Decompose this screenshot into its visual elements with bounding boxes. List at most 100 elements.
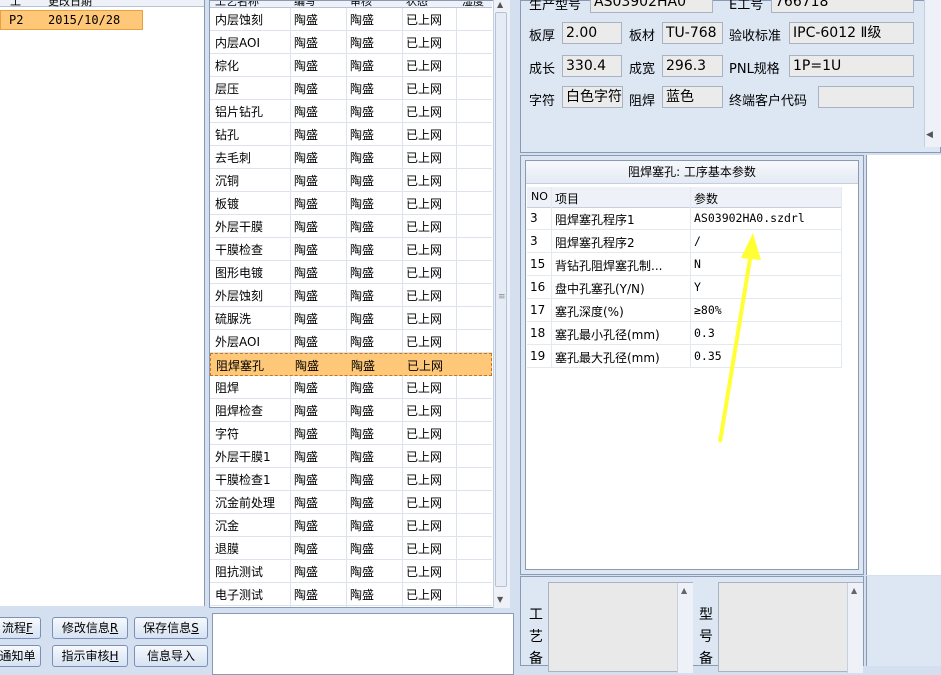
params-title: 阻焊塞孔: 工序基本参数 xyxy=(526,161,858,184)
process-reviewer: 陶盛 xyxy=(350,588,375,602)
process-row[interactable]: 板镀 陶盛 陶盛 已上网 xyxy=(210,192,492,215)
model-memo-scrollbar[interactable] xyxy=(847,583,863,673)
material-field[interactable]: TU-768 xyxy=(662,22,723,44)
process-row[interactable]: 沉金 陶盛 陶盛 已上网 xyxy=(210,514,492,537)
process-name: 铝片钻孔 xyxy=(215,105,264,119)
change-list-row-selected[interactable]: P2 2015/10/28 xyxy=(0,10,143,30)
process-row[interactable]: 沉铜 陶盛 陶盛 已上网 xyxy=(210,169,492,192)
notify-sheet-button[interactable]: 通知单 xyxy=(0,645,41,667)
standard-field[interactable]: IPC-6012 Ⅱ级 xyxy=(789,22,914,44)
memo-label-char: 型 xyxy=(699,607,713,623)
process-status: 已上网 xyxy=(406,565,443,579)
process-row[interactable]: 阻焊检查 陶盛 陶盛 已上网 xyxy=(210,399,492,422)
scroll-up-icon[interactable]: ▲ xyxy=(681,586,687,595)
e-number-field[interactable]: 766718 xyxy=(771,0,914,13)
process-author: 陶盛 xyxy=(294,174,319,188)
process-row[interactable]: 硫脲洗 陶盛 陶盛 已上网 xyxy=(210,307,492,330)
process-reviewer: 陶盛 xyxy=(350,519,375,533)
process-name: 棕化 xyxy=(215,59,240,73)
mask-field[interactable]: 蓝色 xyxy=(662,86,723,108)
instruction-review-button[interactable]: 指示审核H xyxy=(52,645,128,667)
process-name: 外层干膜1 xyxy=(215,450,271,464)
process-author: 陶盛 xyxy=(294,59,319,73)
process-author: 陶盛 xyxy=(294,450,319,464)
modify-info-button[interactable]: 修改信息R xyxy=(52,617,128,639)
process-row[interactable]: 沉金前处理 陶盛 陶盛 已上网 xyxy=(210,491,492,514)
info-import-button[interactable]: 信息导入 xyxy=(134,645,208,667)
process-row[interactable]: 去毛刺 陶盛 陶盛 已上网 xyxy=(210,146,492,169)
param-row[interactable]: 15 背钻孔阻焊塞孔制... N xyxy=(527,253,842,276)
process-row[interactable]: 钻孔 陶盛 陶盛 已上网 xyxy=(210,123,492,146)
process-row[interactable]: 层压 陶盛 陶盛 已上网 xyxy=(210,77,492,100)
model-memo-textbox[interactable] xyxy=(718,582,863,672)
width-field[interactable]: 296.3 xyxy=(662,55,723,77)
process-row[interactable]: 字符 陶盛 陶盛 已上网 xyxy=(210,422,492,445)
process-name: 电子测试 xyxy=(215,588,264,602)
process-status: 已上网 xyxy=(406,36,443,50)
legend-field[interactable]: 白色字符 xyxy=(562,86,623,108)
header-item[interactable]: 项目 xyxy=(555,190,579,207)
process-row[interactable]: 阻抗测试 陶盛 陶盛 已上网 xyxy=(210,560,492,583)
process-row[interactable]: 干膜检查1 陶盛 陶盛 已上网 xyxy=(210,468,492,491)
process-row[interactable]: 外层干膜 陶盛 陶盛 已上网 xyxy=(210,215,492,238)
params-table-header: NO 项目 参数 xyxy=(527,187,842,208)
scroll-up-icon[interactable]: ▲ xyxy=(851,586,857,595)
process-row[interactable]: 棕化 陶盛 陶盛 已上网 xyxy=(210,54,492,77)
process-row[interactable]: 退膜 陶盛 陶盛 已上网 xyxy=(210,537,492,560)
header-no[interactable]: NO xyxy=(531,190,548,203)
process-reviewer: 陶盛 xyxy=(350,335,375,349)
note-textbox[interactable] xyxy=(212,613,514,675)
process-row-selected[interactable]: 阻焊塞孔 陶盛 陶盛 已上网 xyxy=(210,353,492,376)
process-row[interactable]: 图形电镀 陶盛 陶盛 已上网 xyxy=(210,261,492,284)
param-row[interactable]: 19 塞孔最大孔径(mm) 0.35 xyxy=(527,345,842,368)
param-value: AS03902HA0.szdrl xyxy=(694,211,805,225)
process-reviewer: 陶盛 xyxy=(350,266,375,280)
param-row[interactable]: 18 塞孔最小孔径(mm) 0.3 xyxy=(527,322,842,345)
process-row[interactable]: 阻焊 陶盛 陶盛 已上网 xyxy=(210,376,492,399)
process-author: 陶盛 xyxy=(294,197,319,211)
process-memo-textbox[interactable] xyxy=(548,582,693,672)
process-name: 内层蚀刻 xyxy=(215,13,264,27)
process-status: 已上网 xyxy=(406,174,443,188)
param-row[interactable]: 3 阻焊塞孔程序1 AS03902HA0.szdrl xyxy=(527,207,842,230)
process-reviewer: 陶盛 xyxy=(350,82,375,96)
process-row[interactable]: 外层蚀刻 陶盛 陶盛 已上网 xyxy=(210,284,492,307)
thickness-field[interactable]: 2.00 xyxy=(562,22,622,44)
header-value[interactable]: 参数 xyxy=(694,190,718,207)
process-author: 陶盛 xyxy=(294,565,319,579)
param-row[interactable]: 17 塞孔深度(%) ≥80% xyxy=(527,299,842,322)
scroll-down-icon[interactable]: ▼ xyxy=(497,595,503,604)
param-item: 阻焊塞孔程序1 xyxy=(555,213,635,227)
form-scrollbar[interactable] xyxy=(924,0,941,147)
process-row[interactable]: 外层AOI 陶盛 陶盛 已上网 xyxy=(210,330,492,353)
pnl-field[interactable]: 1P=1U xyxy=(789,55,914,77)
process-status: 已上网 xyxy=(406,519,443,533)
param-no: 17 xyxy=(530,303,546,317)
scroll-up-icon[interactable]: ▲ xyxy=(497,0,503,9)
process-name: 沉铜 xyxy=(215,174,240,188)
length-field[interactable]: 330.4 xyxy=(562,55,622,77)
process-row[interactable]: 内层蚀刻 陶盛 陶盛 已上网 xyxy=(210,8,492,31)
process-author: 陶盛 xyxy=(294,519,319,533)
column-header-process[interactable]: 工 xyxy=(10,0,21,9)
process-author: 陶盛 xyxy=(294,496,319,510)
production-model-field[interactable]: AS03902HA0 xyxy=(590,0,713,13)
customer-code-field[interactable] xyxy=(818,86,914,108)
process-author: 陶盛 xyxy=(294,36,319,50)
process-row[interactable]: 铝片钻孔 陶盛 陶盛 已上网 xyxy=(210,100,492,123)
process-memo-scrollbar[interactable] xyxy=(677,583,693,673)
process-row[interactable]: 外层干膜1 陶盛 陶盛 已上网 xyxy=(210,445,492,468)
length-label: 成长 xyxy=(529,62,556,77)
process-row[interactable]: 干膜检查 陶盛 陶盛 已上网 xyxy=(210,238,492,261)
modify-button-label: 修改信息 xyxy=(61,621,110,635)
process-author: 陶盛 xyxy=(294,243,319,257)
param-row[interactable]: 16 盘中孔塞孔(Y/N) Y xyxy=(527,276,842,299)
scroll-left-icon[interactable]: ◀ xyxy=(926,130,933,140)
review-button-key: H xyxy=(109,649,119,663)
flow-button[interactable]: 流程F xyxy=(0,617,41,639)
column-header-date[interactable]: 更改日期 xyxy=(48,0,92,9)
process-row[interactable]: 内层AOI 陶盛 陶盛 已上网 xyxy=(210,31,492,54)
save-info-button[interactable]: 保存信息S xyxy=(134,617,208,639)
param-row[interactable]: 3 阻焊塞孔程序2/ xyxy=(527,230,842,253)
process-row[interactable]: 电子测试 陶盛 陶盛 已上网 xyxy=(210,583,492,606)
